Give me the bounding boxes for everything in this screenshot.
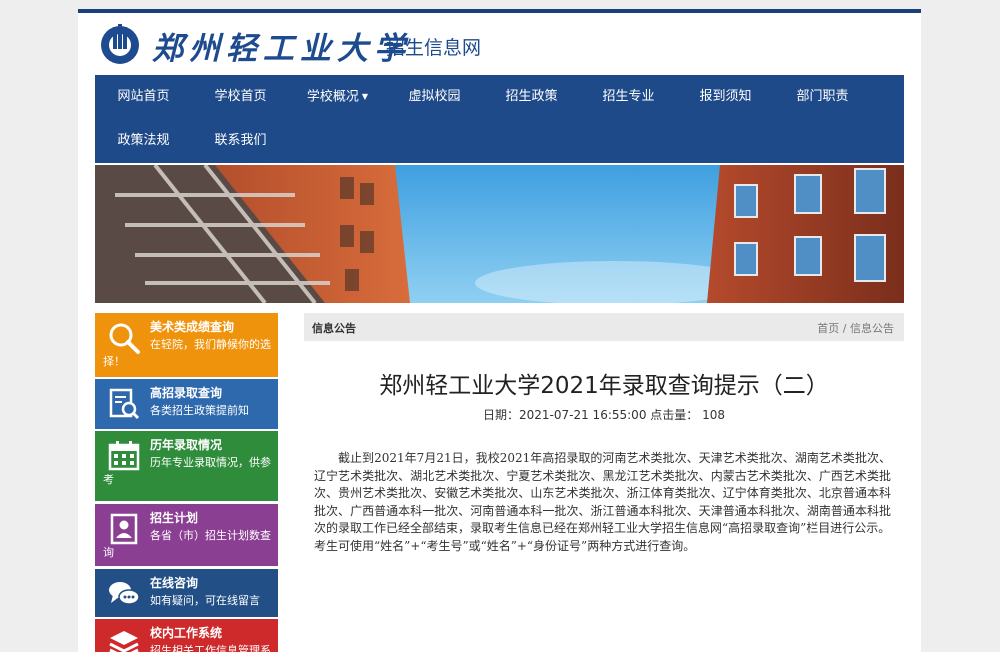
sidebar-item-title: 在线咨询 — [150, 574, 198, 591]
nav-item-school-overview[interactable]: 学校概况▼ — [289, 75, 386, 119]
campus-banner-image — [95, 165, 904, 303]
sidebar-item-internal-system[interactable]: 校内工作系统 招生相关工作信息管理系统 — [95, 619, 278, 652]
main-nav: 网站首页 学校首页 学校概况▼ 虚拟校园 招生政策 招生专业 报到须知 部门职责… — [95, 75, 904, 163]
sidebar-item-title: 历年录取情况 — [150, 436, 222, 453]
breadcrumb-current-link[interactable]: 信息公告 — [850, 322, 894, 335]
top-rule — [78, 9, 921, 13]
breadcrumb: 首页 / 信息公告 — [817, 320, 894, 336]
sidebar-item-desc: 各省（市）招生计划数查询 — [103, 527, 271, 561]
caret-down-icon: ▼ — [362, 75, 368, 119]
university-name-logotype: 郑州轻工业大学 — [152, 23, 411, 68]
article-paragraph: 考生可使用“姓名”+“考生号”或“姓名”+“身份证号”两种方式进行查询。 — [314, 538, 891, 556]
section-title: 信息公告 — [312, 320, 356, 336]
nav-item-admission-policy[interactable]: 招生政策 — [483, 75, 580, 119]
sidebar-item-enrollment-plan[interactable]: 招生计划 各省（市）招生计划数查询 — [95, 504, 278, 566]
sidebar-item-title: 高招录取查询 — [150, 384, 222, 401]
sidebar-item-desc: 在轻院，我们静候你的选择！ — [103, 336, 271, 370]
sidebar-item-desc: 招生相关工作信息管理系统 — [103, 642, 271, 652]
nav-item-virtual-campus[interactable]: 虚拟校园 — [386, 75, 483, 119]
university-logo-icon[interactable] — [98, 21, 142, 65]
nav-item-contact-us[interactable]: 联系我们 — [192, 119, 289, 163]
sidebar-item-history-admission[interactable]: 历年录取情况 历年专业录取情况，供参考 — [95, 431, 278, 501]
sidebar-item-admission-query[interactable]: 高招录取查询 各类招生政策提前知 — [95, 379, 278, 429]
breadcrumb-home-link[interactable]: 首页 — [817, 322, 839, 335]
article-title: 郑州轻工业大学2021年录取查询提示（二） — [304, 366, 904, 400]
sidebar-item-desc: 如有疑问，可在线留言 — [103, 592, 271, 609]
page-container: 郑州轻工业大学 招生信息网 网站首页 学校首页 学校概况▼ 虚拟校园 招生政策 … — [78, 9, 921, 652]
sidebar-item-desc: 历年专业录取情况，供参考 — [103, 454, 271, 488]
article-meta: 日期：2021-07-21 16:55:00 点击量： 108 — [304, 406, 904, 423]
article-paragraph: 截止到2021年7月21日，我校2021年高招录取的河南艺术类批次、天津艺术类批… — [314, 450, 891, 538]
nav-item-department-duties[interactable]: 部门职责 — [774, 75, 871, 119]
nav-item-registration-notice[interactable]: 报到须知 — [677, 75, 774, 119]
sidebar-item-online-consult[interactable]: 在线咨询 如有疑问，可在线留言 — [95, 569, 278, 617]
sidebar-item-title: 美术类成绩查询 — [150, 318, 234, 335]
nav-item-home[interactable]: 网站首页 — [95, 75, 192, 119]
sidebar-item-title: 校内工作系统 — [150, 624, 222, 641]
article-body: 截止到2021年7月21日，我校2021年高招录取的河南艺术类批次、天津艺术类批… — [314, 450, 891, 555]
nav-item-school-home[interactable]: 学校首页 — [192, 75, 289, 119]
sidebar-item-desc: 各类招生政策提前知 — [103, 402, 271, 419]
site-name: 招生信息网 — [386, 33, 481, 60]
nav-item-regulations[interactable]: 政策法规 — [95, 119, 192, 163]
sidebar-item-art-score-query[interactable]: 美术类成绩查询 在轻院，我们静候你的选择！ — [95, 313, 278, 377]
nav-item-admission-majors[interactable]: 招生专业 — [580, 75, 677, 119]
sidebar-item-title: 招生计划 — [150, 509, 198, 526]
breadcrumb-separator: / — [839, 322, 850, 335]
breadcrumb-bar: 信息公告 首页 / 信息公告 — [304, 313, 904, 341]
